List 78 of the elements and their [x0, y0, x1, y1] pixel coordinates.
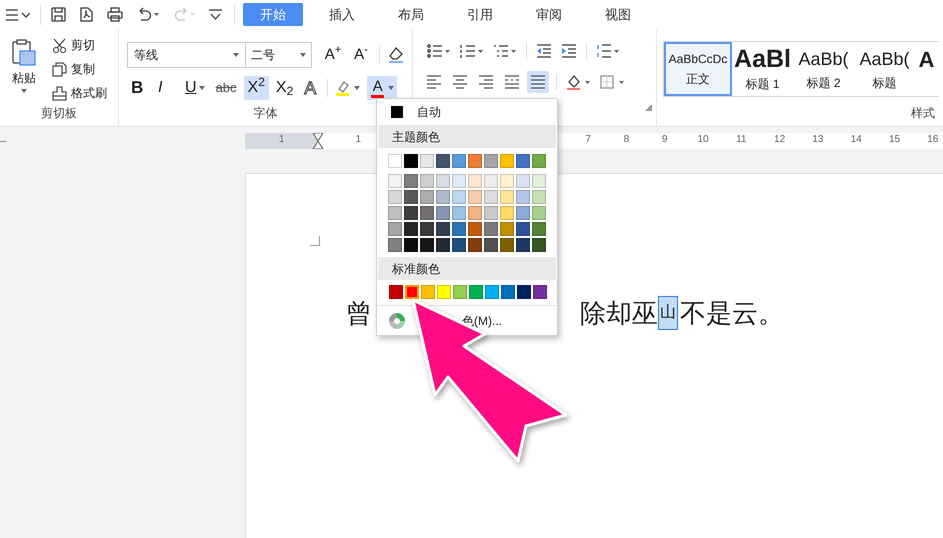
style-option[interactable]: AaBbCcDc 正文 [664, 42, 732, 96]
caret-icon [21, 89, 27, 93]
clipboard-icon [12, 39, 36, 67]
tab[interactable]: 视图 [588, 3, 648, 26]
ruler-number: 1 [356, 134, 362, 146]
dropdown-icon[interactable] [209, 8, 222, 20]
ruler-number: 11 [736, 134, 746, 146]
document-text: 不是云。 [680, 297, 784, 329]
undo-icon[interactable] [137, 7, 159, 22]
ruler-number: 14 [850, 134, 862, 146]
italic-button[interactable]: I [154, 76, 178, 100]
style-option[interactable]: AaBb( 标题 2 [793, 42, 854, 96]
pdf-icon[interactable] [80, 7, 93, 22]
page-corner-mark-icon [310, 236, 320, 246]
tab[interactable]: 引用 [450, 3, 510, 26]
section-header: 标准颜色 [392, 260, 440, 278]
group-label: 剪切板 [41, 105, 77, 122]
menu-icon[interactable] [6, 8, 30, 22]
color-wheel-icon[interactable] [388, 312, 406, 330]
document-text: 除却巫 [580, 297, 658, 329]
ruler-number: 12 [774, 134, 786, 146]
ruler-number: 9 [662, 134, 668, 146]
ruler-number: 10 [697, 134, 709, 146]
caret-icon [354, 86, 360, 90]
line-spacing-icon[interactable] [596, 44, 620, 58]
tab[interactable]: 审阅 [519, 3, 579, 26]
font-name-dropdown[interactable]: 等线 [127, 42, 246, 68]
superscript-button[interactable]: X$^{2}$ [244, 76, 269, 100]
bold-button[interactable]: B [127, 76, 151, 100]
caret-icon [233, 53, 239, 57]
borders-icon[interactable] [600, 74, 626, 90]
numbered-list-icon[interactable] [460, 44, 484, 58]
tab[interactable]: 布局 [381, 3, 441, 26]
style-option[interactable]: AaBb( 标题 [854, 42, 915, 96]
ruler-number: 7 [585, 134, 591, 146]
save-icon[interactable] [51, 7, 66, 22]
subscript-button[interactable]: X$_{2}$ [272, 76, 298, 100]
grow-font-button[interactable]: A$^{+}$ [322, 44, 344, 66]
caret-icon [388, 86, 394, 90]
shrink-font-button[interactable]: A$^{-}$ [350, 44, 372, 66]
increase-indent-icon[interactable] [561, 44, 577, 58]
font-size-dropdown[interactable]: 二号 [246, 42, 312, 68]
scissors-icon [52, 38, 67, 52]
ruler-number: 16 [927, 134, 938, 146]
ruler-number: 15 [888, 134, 900, 146]
section-header: 主题颜色 [392, 128, 440, 146]
group-label: 样式 [911, 105, 935, 122]
indent-marker-icon[interactable] [312, 133, 324, 149]
justify-button[interactable] [527, 71, 549, 93]
underline-button[interactable]: U [181, 76, 209, 100]
caret-icon [300, 53, 306, 57]
paste-button[interactable]: 粘贴 [4, 29, 44, 104]
ruler-number: 8 [624, 134, 630, 146]
copy-icon [52, 62, 67, 76]
ruler-number: 1 [278, 134, 284, 146]
decrease-indent-icon[interactable] [536, 44, 552, 58]
document-text: 曾 [346, 297, 372, 329]
style-option[interactable]: AaBl 标题 1 [732, 42, 793, 96]
bullet-list-icon[interactable] [427, 44, 451, 58]
selected-text: 山 [658, 296, 678, 330]
strikethrough-button[interactable]: abc [212, 76, 241, 100]
paintbrush-icon [52, 86, 67, 100]
ruler-number: 13 [812, 134, 824, 146]
shading-icon[interactable] [566, 74, 592, 90]
print-icon[interactable] [107, 7, 123, 22]
tab[interactable]: 插入 [312, 3, 372, 26]
caret-icon [198, 86, 205, 90]
eraser-icon[interactable] [388, 47, 404, 63]
format-painter-button[interactable]: 格式刷 [52, 83, 107, 103]
cut-button[interactable]: 剪切 [52, 35, 107, 55]
highlighter-icon [335, 80, 352, 96]
automatic-color-option[interactable]: 自动 [377, 99, 557, 125]
copy-button[interactable]: 复制 [52, 59, 107, 79]
style-option[interactable]: A [915, 42, 938, 96]
font-color-button[interactable]: A [367, 76, 398, 100]
color-swatch[interactable] [405, 285, 419, 299]
multilevel-list-icon[interactable] [493, 44, 517, 58]
group-label: 字体 [254, 105, 278, 122]
